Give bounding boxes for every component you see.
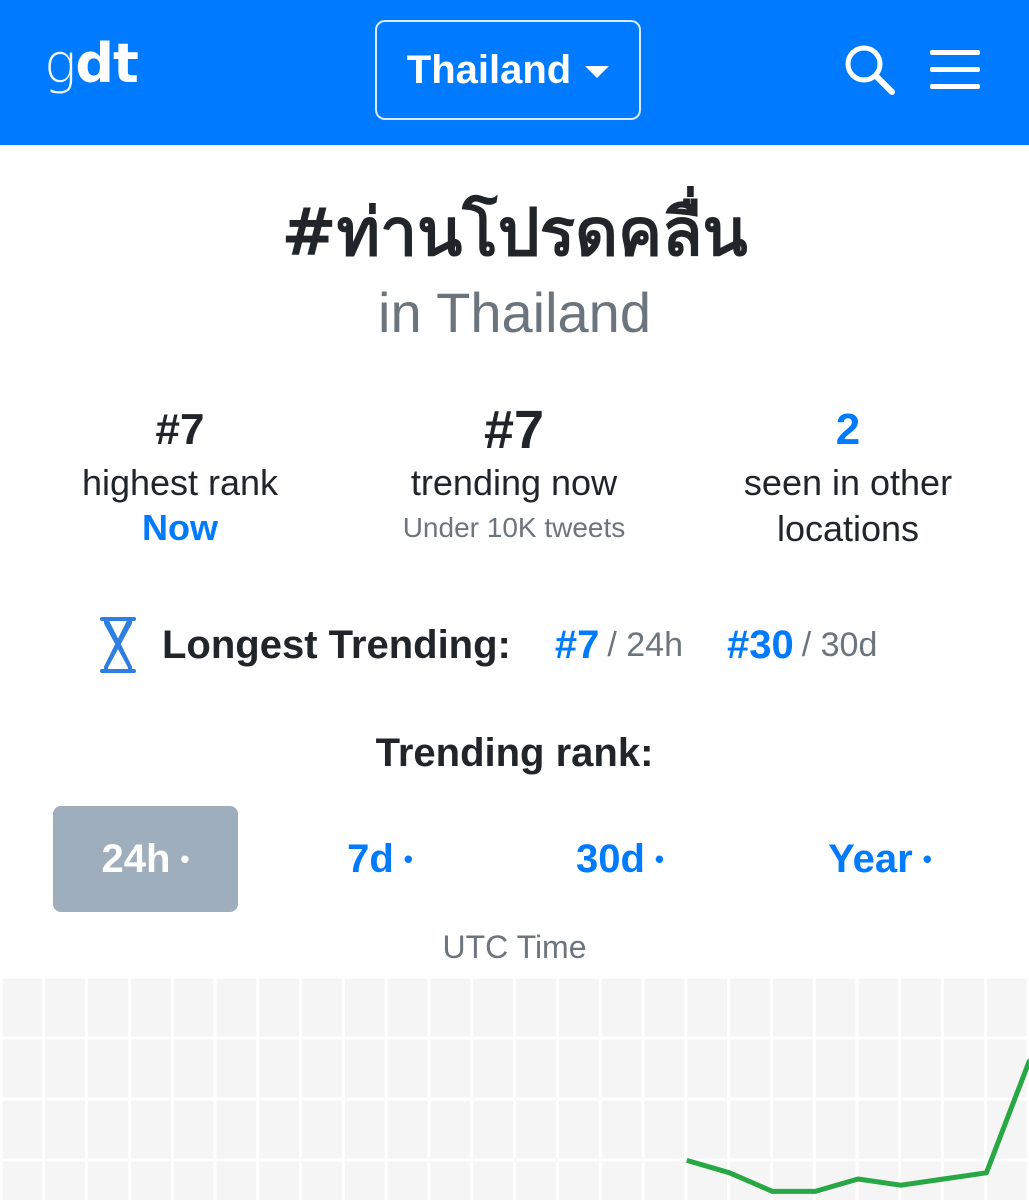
tab-dot: • xyxy=(403,843,413,874)
hamburger-menu-icon xyxy=(930,50,980,89)
trending-now-value: #7 xyxy=(483,400,545,460)
longest-rank-30d: #30 xyxy=(727,622,794,667)
tab-7d-label: 7d xyxy=(347,836,394,881)
tab-30d-label: 30d xyxy=(575,836,645,881)
longest-period-24h: / 24h xyxy=(607,625,683,664)
other-locations-label-2: locations xyxy=(776,508,920,549)
logo-dt: dt xyxy=(75,32,138,95)
tab-24h-label: 24h xyxy=(101,836,171,881)
country-dropdown-button[interactable]: Thailand xyxy=(375,20,641,120)
tweet-volume: Under 10K tweets xyxy=(402,512,626,543)
hourglass-icon xyxy=(100,617,136,673)
trend-location: in Thailand xyxy=(378,281,651,344)
chart-svg xyxy=(0,975,1029,1200)
trending-now-label: trending now xyxy=(410,462,618,503)
site-logo[interactable]: gdt xyxy=(44,32,139,96)
highest-rank-label: highest rank xyxy=(81,462,279,503)
country-label: Thailand xyxy=(406,47,572,92)
tab-year[interactable]: Year • xyxy=(800,806,960,912)
other-locations-count[interactable]: 2 xyxy=(678,400,1018,460)
trending-rank-title: Trending rank: xyxy=(375,731,654,775)
longest-rank-24h: #7 xyxy=(554,622,600,667)
utc-time-label: UTC Time xyxy=(442,929,587,965)
search-button[interactable] xyxy=(840,40,900,100)
caret-down-icon xyxy=(585,66,610,78)
tab-7d[interactable]: 7d • xyxy=(310,806,450,912)
search-icon xyxy=(845,45,895,95)
top-navbar: gdt Thailand xyxy=(0,0,1029,145)
longest-period-30d: / 30d xyxy=(801,625,878,664)
tab-dot: • xyxy=(180,843,190,874)
trending-rank-chart xyxy=(0,975,1029,1200)
highest-rank-value: #7 xyxy=(155,405,205,454)
tab-dot: • xyxy=(654,843,665,874)
tab-dot: • xyxy=(922,843,932,874)
highest-rank-when: Now xyxy=(142,507,218,548)
trend-hashtag: #ท่านโปรดคลื่น xyxy=(281,194,748,271)
stat-trending-now: #7 trending now Under 10K tweets xyxy=(344,400,684,550)
other-locations-label-1: seen in other xyxy=(743,462,953,503)
tab-year-label: Year xyxy=(828,836,913,881)
tab-24h[interactable]: 24h • xyxy=(53,806,238,912)
longest-trending-label: Longest Trending: xyxy=(162,622,511,667)
longest-trending: Longest Trending: #7 / 24h #30 / 30d xyxy=(98,605,921,685)
menu-button[interactable] xyxy=(925,42,985,98)
logo-g: g xyxy=(44,32,76,95)
tab-30d[interactable]: 30d • xyxy=(550,806,690,912)
stat-highest-rank: #7 highest rank Now xyxy=(10,400,350,550)
stat-other-locations[interactable]: 2 seen in other locations xyxy=(678,400,1018,552)
